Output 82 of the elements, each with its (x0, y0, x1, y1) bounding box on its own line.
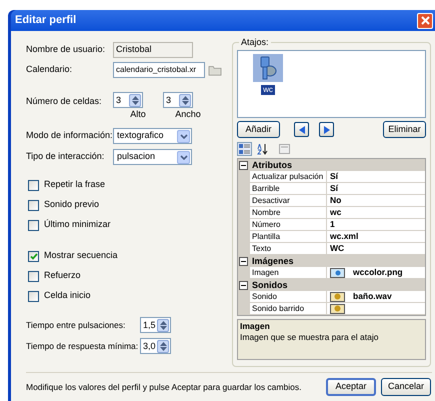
category-header: Atributos (252, 159, 292, 171)
field-label: Calendario: (26, 63, 74, 76)
property-value[interactable]: wc (330, 207, 342, 218)
field-label: Tiempo de respuesta mínima: (26, 340, 140, 352)
dialog-button[interactable]: Cancelar (381, 378, 431, 396)
collapse-icon[interactable] (239, 280, 248, 290)
image-thumbnail-icon (330, 268, 345, 278)
property-name[interactable]: Barrible (250, 183, 327, 194)
dialog-button[interactable]: Aceptar (326, 378, 376, 396)
triangle-right-icon (324, 126, 330, 134)
checkbox-label: Repetir la frase (44, 178, 106, 192)
shortcut-item[interactable]: wc (253, 54, 283, 117)
property-name[interactable]: Plantilla (250, 231, 327, 242)
checkbox-label: Sonido previo (44, 198, 100, 212)
field-label: Tiempo entre pulsaciones: (26, 318, 126, 332)
field-label: Tipo de interacción: (26, 150, 106, 164)
spinner-field[interactable]: 3 (113, 92, 143, 108)
user-name-field[interactable]: Cristobal (113, 42, 193, 58)
property-value[interactable]: Sí (330, 183, 338, 194)
property-name[interactable]: Sonido (250, 291, 327, 302)
chevron-down-icon (177, 130, 190, 142)
group-title: Atajos: (239, 36, 271, 49)
checkbox[interactable] (28, 270, 39, 282)
previous-button[interactable] (294, 122, 309, 137)
field-label: Nombre de usuario: (26, 43, 106, 56)
sort-az-icon[interactable] (255, 142, 270, 156)
checkbox-label: Último minimizar (44, 218, 111, 232)
property-name[interactable]: Nombre (250, 207, 327, 218)
property-name[interactable]: Imagen (250, 267, 327, 278)
property-value[interactable]: baño.wav (353, 291, 392, 302)
property-name[interactable]: Texto (250, 243, 327, 254)
property-name[interactable]: Actualizar pulsación (250, 171, 327, 182)
triangle-left-icon (298, 126, 304, 134)
property-value[interactable]: wccolor.png (353, 267, 403, 278)
status-text: Modifique los valores del perfil y pulse Aceptar para guardar los cambios. (26, 380, 302, 394)
property-value[interactable]: No (330, 195, 342, 206)
speaker-icon (330, 292, 345, 302)
dropdown[interactable]: pulsacion (113, 149, 192, 165)
button[interactable]: Eliminar (383, 121, 426, 138)
toilet-icon (253, 54, 283, 82)
property-value[interactable]: WC (330, 243, 344, 254)
collapse-icon[interactable] (239, 256, 248, 266)
dropdown[interactable]: textografico (113, 128, 192, 144)
spinner-field[interactable]: 3 (163, 92, 193, 108)
field-label: Modo de información: (26, 129, 113, 142)
close-button[interactable] (417, 12, 433, 28)
description-text: Imagen que se muestra para el atajo (240, 332, 380, 343)
checkbox[interactable] (28, 220, 39, 230)
checkbox-label: Celda inicio (44, 289, 91, 302)
property-value[interactable]: wc.xml (330, 231, 358, 242)
chevron-down-icon (177, 150, 190, 164)
speaker-icon (330, 304, 345, 314)
checkbox[interactable] (28, 250, 39, 262)
shortcut-label: wc (261, 85, 275, 95)
button[interactable]: Añadir (237, 121, 280, 138)
spin-icon[interactable] (157, 340, 169, 352)
collapse-icon[interactable] (239, 160, 248, 170)
close-icon (420, 16, 430, 25)
checkbox-label: Refuerzo (44, 269, 81, 282)
spinner-field[interactable]: 1,5 (140, 317, 171, 333)
calendar-field[interactable]: calendario_cristobal.xr (113, 62, 205, 78)
category-header: Sonidos (252, 279, 288, 291)
checkbox-label: Mostrar secuencia (44, 249, 118, 262)
category-header: Imágenes (252, 255, 294, 267)
spinner-field[interactable]: 3,0 (140, 338, 171, 354)
spin-icon[interactable] (129, 94, 141, 106)
checkbox[interactable] (28, 290, 39, 302)
next-button[interactable] (319, 122, 334, 137)
checkbox[interactable] (28, 180, 39, 190)
property-value[interactable]: 1 (330, 219, 335, 230)
categorized-icon[interactable] (237, 142, 252, 156)
spin-icon[interactable] (157, 318, 169, 332)
window-title: Editar perfil (15, 13, 76, 28)
property-value[interactable]: Sí (330, 171, 338, 182)
field-label: Número de celdas: (26, 95, 103, 108)
spin-icon[interactable] (179, 94, 191, 106)
spinner-caption: Alto (130, 108, 146, 120)
property-name[interactable]: Número (250, 219, 327, 230)
property-name[interactable]: Desactivar (250, 195, 327, 206)
checkbox[interactable] (28, 200, 39, 210)
spinner-caption: Ancho (175, 108, 201, 120)
description-title: Imagen (240, 321, 271, 332)
